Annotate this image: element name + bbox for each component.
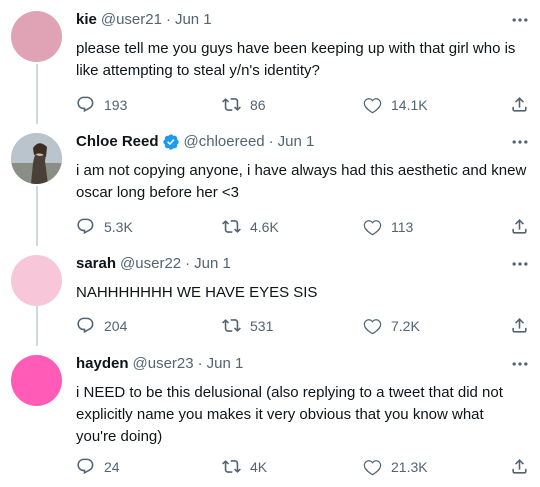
- like-count: 7.2K: [391, 317, 420, 334]
- retweet-button[interactable]: 531: [222, 316, 273, 335]
- verified-badge-icon: [162, 134, 179, 150]
- retweet-icon: [222, 217, 241, 236]
- tweet-header: sarah @user22 · Jun 1: [76, 254, 528, 274]
- reply-button[interactable]: 204: [76, 316, 127, 335]
- tweet-header: Chloe Reed @chloereed · Jun 1: [76, 132, 528, 152]
- tweet-date[interactable]: Jun 1: [207, 354, 244, 374]
- like-button[interactable]: 21.3K: [363, 457, 428, 476]
- user-handle[interactable]: @user21: [101, 10, 162, 30]
- avatar[interactable]: [11, 11, 62, 62]
- user-handle[interactable]: @chloereed: [184, 132, 265, 152]
- retweet-button[interactable]: 4.6K: [222, 217, 279, 236]
- tweet-thread: kie @user21 · Jun 1 please tell me you g…: [0, 0, 540, 487]
- separator: ·: [197, 355, 203, 372]
- separator: ·: [268, 133, 274, 150]
- reply-button[interactable]: 24: [76, 457, 120, 476]
- tweet-date[interactable]: Jun 1: [194, 254, 231, 274]
- heart-icon: [363, 457, 382, 476]
- display-name[interactable]: hayden: [76, 354, 129, 374]
- avatar-photo: [11, 133, 62, 184]
- tweet[interactable]: Chloe Reed @chloereed · Jun 1 i am not c…: [0, 122, 540, 244]
- reply-count: 5.3K: [104, 218, 133, 235]
- reply-icon: [76, 217, 95, 236]
- like-count: 21.3K: [391, 458, 428, 475]
- display-name[interactable]: kie: [76, 10, 97, 30]
- like-count: 14.1K: [391, 96, 428, 113]
- tweet-text: please tell me you guys have been keepin…: [76, 40, 516, 79]
- tweet[interactable]: sarah @user22 · Jun 1 NAHHHHHHH WE HAVE …: [0, 244, 540, 344]
- display-name[interactable]: Chloe Reed: [76, 132, 159, 152]
- retweet-icon: [222, 95, 241, 114]
- tweet-actions: 24 4K 21.3K: [76, 457, 528, 477]
- more-options-icon[interactable]: [510, 132, 530, 152]
- reply-icon: [76, 316, 95, 335]
- reply-count: 204: [104, 317, 128, 334]
- like-button[interactable]: 14.1K: [363, 95, 428, 114]
- tweet-header: hayden @user23 · Jun 1: [76, 354, 528, 374]
- tweet-text: i NEED to be this delusional (also reply…: [76, 384, 503, 445]
- avatar[interactable]: [11, 355, 62, 406]
- more-options-icon[interactable]: [510, 10, 530, 30]
- share-button[interactable]: [510, 457, 529, 476]
- display-name[interactable]: sarah: [76, 254, 116, 274]
- tweet-actions: 204 531 7.2K: [76, 316, 528, 336]
- tweet[interactable]: kie @user21 · Jun 1 please tell me you g…: [0, 0, 540, 122]
- separator: ·: [185, 255, 191, 272]
- reply-icon: [76, 457, 95, 476]
- like-count: 113: [391, 218, 414, 235]
- tweet-text: i am not copying anyone, i have always h…: [76, 162, 527, 201]
- tweet-header: kie @user21 · Jun 1: [76, 10, 528, 30]
- retweet-count: 531: [250, 317, 274, 334]
- reply-count: 193: [104, 96, 128, 113]
- reply-count: 24: [104, 458, 120, 475]
- user-handle[interactable]: @user23: [133, 354, 194, 374]
- share-button[interactable]: [510, 217, 529, 236]
- tweet-actions: 5.3K 4.6K 113: [76, 217, 528, 237]
- retweet-count: 4K: [250, 458, 268, 475]
- avatar[interactable]: [11, 255, 62, 306]
- like-button[interactable]: 7.2K: [363, 316, 420, 335]
- retweet-button[interactable]: 4K: [222, 457, 267, 476]
- share-icon: [510, 95, 529, 114]
- reply-button[interactable]: 193: [76, 95, 127, 114]
- share-button[interactable]: [510, 316, 529, 335]
- retweet-count: 4.6K: [250, 218, 279, 235]
- retweet-count: 86: [250, 96, 266, 113]
- retweet-icon: [222, 457, 241, 476]
- tweet-date[interactable]: Jun 1: [278, 132, 315, 152]
- share-icon: [510, 457, 529, 476]
- heart-icon: [363, 95, 382, 114]
- heart-icon: [363, 217, 382, 236]
- tweet-date[interactable]: Jun 1: [175, 10, 212, 30]
- reply-icon: [76, 95, 95, 114]
- more-options-icon[interactable]: [510, 354, 530, 374]
- avatar[interactable]: [11, 133, 62, 184]
- tweet-actions: 193 86 14.1K: [76, 95, 528, 115]
- reply-button[interactable]: 5.3K: [76, 217, 133, 236]
- tweet-text: NAHHHHHHH WE HAVE EYES SIS: [76, 284, 318, 301]
- separator: ·: [165, 11, 171, 28]
- user-handle[interactable]: @user22: [120, 254, 181, 274]
- more-options-icon[interactable]: [510, 254, 530, 274]
- share-icon: [510, 316, 529, 335]
- tweet[interactable]: hayden @user23 · Jun 1 i NEED to be this…: [0, 344, 540, 487]
- share-icon: [510, 217, 529, 236]
- retweet-button[interactable]: 86: [222, 95, 266, 114]
- like-button[interactable]: 113: [363, 217, 413, 236]
- heart-icon: [363, 316, 382, 335]
- retweet-icon: [222, 316, 241, 335]
- share-button[interactable]: [510, 95, 529, 114]
